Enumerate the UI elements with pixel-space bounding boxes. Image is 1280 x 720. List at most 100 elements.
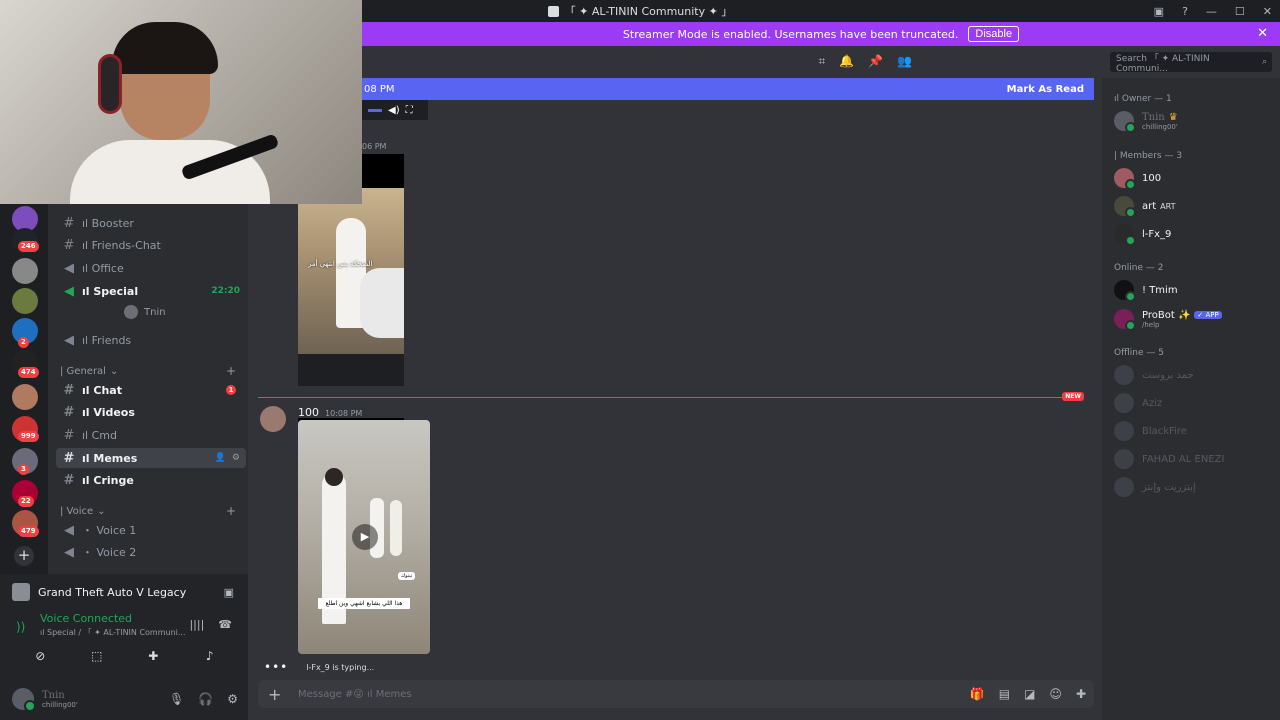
avatar[interactable] xyxy=(260,406,286,432)
speaker-icon: ◀ xyxy=(64,522,74,538)
channel-chat[interactable]: # ıl Chat 1 xyxy=(56,380,246,400)
window-title: 「 ✦ AL-TININ Community ✦ 」 xyxy=(547,3,733,19)
category-voice[interactable]: | Voice ⌄ + xyxy=(60,503,244,519)
minimize-button[interactable]: — xyxy=(1206,5,1217,18)
role-header-owner: ıl Owner — 1 xyxy=(1114,94,1172,104)
member-name: Aziz xyxy=(1142,397,1163,409)
channel-booster[interactable]: # ıl Booster xyxy=(56,213,246,233)
member-offline[interactable]: إبتزريت وإبتز xyxy=(1114,475,1274,499)
new-messages-bar[interactable]: 08 PM Mark As Read xyxy=(362,78,1094,100)
channel-friends-chat[interactable]: # ıl Friends-Chat xyxy=(56,235,246,255)
maximize-button[interactable]: ☐ xyxy=(1235,5,1245,18)
voice-channel-office[interactable]: ◀ ıl Office xyxy=(56,258,246,278)
gift-icon[interactable]: 🎁 xyxy=(970,687,985,701)
invite-icon[interactable]: 👤 xyxy=(215,453,226,463)
member-name: FAHAD AL ENEZI xyxy=(1142,453,1225,465)
server-rail: 246 2 474 999 3 22 479 + xyxy=(0,204,48,574)
gear-icon[interactable]: ⚙ xyxy=(227,692,238,706)
play-icon[interactable]: ▶ xyxy=(352,524,378,550)
server-icon[interactable] xyxy=(12,384,38,410)
member-list-icon[interactable]: 👥 xyxy=(897,54,912,69)
member-offline[interactable]: BlackFire xyxy=(1114,419,1274,443)
hash-icon: # xyxy=(63,472,75,488)
member-100[interactable]: 100 xyxy=(1114,166,1274,190)
member-name: BlackFire xyxy=(1142,425,1187,437)
member-owner[interactable]: Tnin ♛ chilling00' xyxy=(1114,109,1274,133)
voice-channel-special[interactable]: ◀ ıl Special 22:20 xyxy=(56,281,246,301)
channel-cmd[interactable]: # ıl Cmd xyxy=(56,425,246,445)
inbox-icon[interactable]: ▣ xyxy=(1154,5,1164,18)
camera-off-button[interactable]: ⊘ xyxy=(16,646,64,666)
voice-channel-friends[interactable]: ◀ ıl Friends xyxy=(56,330,246,350)
mention-badge: 474 xyxy=(18,367,39,378)
member-name: ! Tmim xyxy=(1142,284,1178,296)
avatar xyxy=(1114,309,1136,331)
gif-icon[interactable]: ▤ xyxy=(999,687,1010,701)
screen-share-icon[interactable]: ▣ xyxy=(224,586,234,599)
fullscreen-icon[interactable]: ⛶ xyxy=(406,105,413,116)
activities-button[interactable]: ✚ xyxy=(129,646,177,666)
voice-channel-voice-1[interactable]: ◀ ・ Voice 1 xyxy=(56,520,246,540)
message-input[interactable]: Message #😜 ıl Memes xyxy=(298,689,412,700)
member-lfx9[interactable]: l-Fx_9 xyxy=(1114,222,1274,246)
member-name: ProBot ✨ ✓ APP xyxy=(1142,310,1222,321)
noise-suppression-icon[interactable]: |||| xyxy=(189,618,204,631)
voice-channel-voice-2[interactable]: ◀ ・ Voice 2 xyxy=(56,542,246,562)
role-header-offline: Offline — 5 xyxy=(1114,348,1164,358)
member-tmim[interactable]: ! Tmim xyxy=(1114,278,1274,302)
window-title-text: 「 ✦ AL-TININ Community ✦ 」 xyxy=(564,5,733,18)
member-offline[interactable]: حمد بروست xyxy=(1114,363,1274,387)
member-offline[interactable]: FAHAD AL ENEZI xyxy=(1114,447,1274,471)
mention-badge: 22 xyxy=(18,496,34,507)
headphones-icon[interactable]: 🎧 xyxy=(198,692,213,706)
mark-as-read-button[interactable]: Mark As Read xyxy=(1007,84,1084,95)
avatar xyxy=(1114,477,1134,497)
server-icon[interactable] xyxy=(12,258,38,284)
member-probot[interactable]: ProBot ✨ ✓ APP /help xyxy=(1114,307,1274,331)
threads-icon[interactable]: ⌗ xyxy=(818,54,825,69)
mention-badge: 479 xyxy=(18,526,39,537)
disconnect-icon[interactable]: ☎ xyxy=(218,618,232,631)
add-server-button[interactable]: + xyxy=(14,546,34,566)
progress-bar[interactable] xyxy=(368,108,382,112)
category-general[interactable]: | General ⌄ + xyxy=(60,363,244,379)
channel-cringe[interactable]: # ıl Cringe xyxy=(56,470,246,490)
search-input[interactable]: Search 「 ✦ AL-TININ Communi... ⌕ xyxy=(1110,52,1272,74)
custom-status: chilling00' xyxy=(42,700,78,709)
bell-icon[interactable]: 🔔 xyxy=(839,54,854,69)
server-icon[interactable] xyxy=(12,288,38,314)
close-window-button[interactable]: ✕ xyxy=(1263,5,1272,18)
volume-icon[interactable]: ◀) xyxy=(388,105,400,116)
mention-badge: 3 xyxy=(18,464,29,475)
emoji-icon[interactable]: ☺ xyxy=(1049,687,1062,701)
attach-button[interactable]: + xyxy=(268,685,284,704)
help-icon[interactable]: ? xyxy=(1182,5,1188,18)
sticker-icon[interactable]: ◪ xyxy=(1024,687,1035,701)
chevron-down-icon: ⌄ xyxy=(109,365,119,377)
chevron-down-icon: ⌄ xyxy=(97,505,106,517)
mic-icon[interactable]: 🎙 xyxy=(169,692,184,706)
channel-memes[interactable]: # ıl Memes 👤 ⚙ xyxy=(56,448,246,468)
add-channel-icon[interactable]: + xyxy=(226,364,236,378)
member-art[interactable]: art ART xyxy=(1114,194,1274,218)
app-badge: ✓ APP xyxy=(1194,311,1222,319)
message-header: 100 10:08 PM xyxy=(298,406,362,419)
activity-status[interactable]: Grand Theft Auto V Legacy ▣ xyxy=(12,580,242,604)
member-offline[interactable]: Aziz xyxy=(1114,391,1274,415)
avatar[interactable] xyxy=(12,688,36,712)
pin-icon[interactable]: 📌 xyxy=(868,54,883,69)
message-author[interactable]: 100 xyxy=(298,406,319,419)
member-status: chilling00' xyxy=(1142,122,1178,131)
sidebar-bottom-panel: Grand Theft Auto V Legacy ▣ )) Voice Con… xyxy=(0,574,248,720)
speaker-icon: ◀ xyxy=(64,544,74,560)
video-attachment[interactable]: ▶ تيتوك هذا اللي يشابع اشهي وين اطلع xyxy=(298,420,430,654)
add-channel-icon[interactable]: + xyxy=(226,504,236,518)
soundboard-button[interactable]: ♪ xyxy=(186,646,234,666)
close-banner-icon[interactable]: ✕ xyxy=(1257,26,1268,41)
voice-connection-panel: )) Voice Connected ıl Special / 「 ✦ AL-T… xyxy=(12,612,242,638)
screen-share-button[interactable]: ⬚ xyxy=(73,646,121,666)
apps-icon[interactable]: ✚ xyxy=(1076,687,1086,701)
channel-videos[interactable]: # ıl Videos xyxy=(56,402,246,422)
disable-streamer-mode-button[interactable]: Disable xyxy=(968,26,1020,42)
gear-icon[interactable]: ⚙ xyxy=(232,453,240,463)
